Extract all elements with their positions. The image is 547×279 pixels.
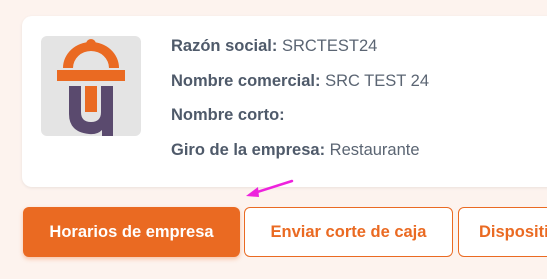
company-business-type-row: Giro de la empresa: Restaurante [171, 141, 429, 176]
company-business-name-value: SRCTEST24 [281, 37, 378, 55]
restaurant-logo-icon [57, 39, 125, 136]
company-short-name-row: Nombre corto: [171, 106, 429, 141]
company-business-name-label: Razón social: [171, 37, 278, 55]
devices-button[interactable]: Dispositivos [458, 207, 547, 257]
company-trade-name-label: Nombre comercial: [171, 71, 321, 90]
company-trade-name-row: Nombre comercial: SRC TEST 24 [171, 72, 429, 107]
pointer-arrow-icon [246, 179, 294, 197]
company-short-name-label: Nombre corto: [171, 106, 285, 124]
company-settings-page: Razón social: SRCTEST24 Nombre comercial… [0, 0, 547, 279]
company-business-type-value: Restaurante [329, 140, 420, 159]
company-info-card: Razón social: SRCTEST24 Nombre comercial… [22, 16, 547, 187]
company-business-name-row: Razón social: SRCTEST24 [171, 37, 429, 72]
company-trade-name-value: SRC TEST 24 [325, 71, 429, 90]
devices-button-label: Dispositivos [479, 222, 547, 241]
company-details: Razón social: SRCTEST24 Nombre comercial… [171, 37, 429, 175]
company-business-type-label: Giro de la empresa: [171, 140, 326, 159]
send-cash-cut-button[interactable]: Enviar corte de caja [244, 207, 453, 257]
company-logo [41, 36, 141, 136]
business-hours-button[interactable]: Horarios de empresa [23, 207, 240, 257]
